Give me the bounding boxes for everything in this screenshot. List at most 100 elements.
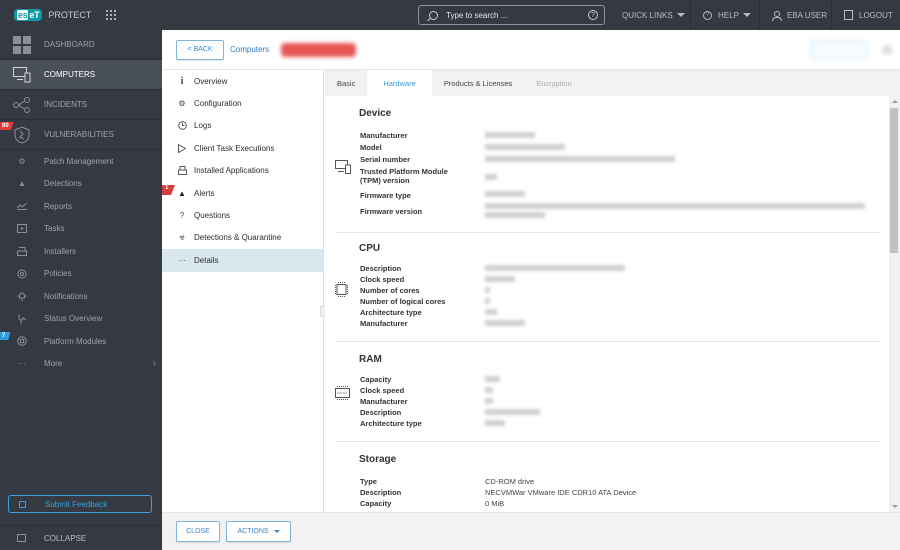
nav-item-logs[interactable]: Logs [162,115,323,137]
platform-modules-badge: 7 [0,332,11,340]
field-label: Clock speed [360,275,405,284]
sidebar-item-dashboard[interactable]: DASHBOARD [0,30,162,60]
logout-button[interactable]: LOGOUT [831,0,900,30]
field-value-redacted [485,398,493,404]
collapse-icon [17,534,26,542]
sidebar-item-label: DASHBOARD [44,40,95,49]
section-title: Storage [359,454,397,465]
sidebar-item-computers[interactable]: COMPUTERS [0,60,162,90]
detail-tabs: Basic Hardware Products & Licenses Encry… [325,70,900,96]
nav-item-alerts[interactable]: 1 ▲ Alerts [162,182,323,204]
sidebar-item-tasks[interactable]: Tasks [0,218,162,241]
status-overview-icon [17,313,27,324]
search-input[interactable] [446,10,576,20]
breadcrumb-current-redacted [281,42,357,57]
scrollbar-thumb[interactable] [890,108,898,253]
alert-icon: ▲ [178,188,186,198]
actions-button[interactable]: ACTIONS [226,521,291,542]
sidebar-item-label: Installers [44,246,77,256]
field-label: Description [360,264,402,273]
nav-item-client-task-executions[interactable]: Client Task Executions [162,137,323,159]
user-icon [772,10,782,21]
sidebar-item-label: INCIDENTS [44,100,88,109]
sidebar-item-status-overview[interactable]: Status Overview [0,308,162,331]
help-menu[interactable]: ? HELP [690,0,763,30]
field-value-redacted [485,156,675,162]
sidebar-item-label: VULNERABILITIES [44,130,114,139]
collapse-button[interactable]: COLLAPSE [0,525,162,550]
nav-item-overview[interactable]: i Overview [162,70,323,92]
nav-item-configuration[interactable]: ⚙ Configuration [162,92,323,114]
nav-item-label: Detections & Quarantine [194,233,282,243]
product-name: PROTECT [48,10,92,20]
section-divider [335,341,880,342]
sidebar-item-reports[interactable]: Reports [0,195,162,218]
close-button[interactable]: CLOSE [176,521,220,542]
field-value-redacted [485,387,493,393]
section-divider [335,232,880,233]
nav-item-label: Installed Applications [194,166,269,176]
nav-item-installed-applications[interactable]: Installed Applications [162,160,323,182]
field-label: Manufacturer [360,397,408,406]
field-label: Architecture type [360,308,422,317]
sidebar-item-incidents[interactable]: INCIDENTS [0,90,162,120]
header-help-icon[interactable] [882,45,892,55]
warning-icon: ▲ [18,179,26,189]
sidebar-item-label: More [44,359,63,369]
submit-feedback-label: Submit Feedback [45,499,108,509]
sidebar-item-detections[interactable]: ▲ Detections [0,173,162,196]
search-help-icon[interactable]: ? [588,10,598,20]
logout-icon [844,10,853,20]
sidebar-item-notifications[interactable]: Notifications [0,285,162,308]
ram-icon [335,386,350,402]
apps-grid-icon[interactable] [106,10,117,20]
section-title: RAM [359,354,382,365]
sidebar-item-label: COMPUTERS [44,70,96,79]
scroll-up-icon[interactable] [892,100,898,103]
sidebar-item-policies[interactable]: Policies [0,263,162,286]
sidebar-item-more[interactable]: ··· More › [0,353,162,376]
sidebar-item-patch-management[interactable]: ⚙ Patch Management [0,150,162,173]
quick-links-menu[interactable]: QUICK LINKS [610,0,697,30]
field-value-redacted [485,287,490,293]
nav-item-details[interactable]: ··· Details [162,249,323,272]
header-action-button-redacted[interactable] [810,40,868,60]
configuration-icon: ⚙ [178,99,186,109]
sidebar-item-platform-modules[interactable]: 7 Platform Modules [0,330,162,353]
eset-logo[interactable]: es eT PROTECT [14,9,91,21]
hardware-content: Device Manufacturer Model Serial number … [325,96,890,512]
breadcrumb-computers[interactable]: Computers [230,45,269,54]
footer-bar: CLOSE ACTIONS [162,512,900,550]
alerts-badge: 1 [162,184,175,195]
quarantine-icon: ☣ [178,233,186,243]
field-label: Number of logical cores [360,297,446,306]
field-value-redacted [485,174,497,180]
field-label: Architecture type [360,419,422,428]
sidebar-item-vulnerabilities[interactable]: 89 VULNERABILITIES [0,120,162,150]
sidebar-item-installers[interactable]: Installers [0,240,162,263]
nav-item-detections-quarantine[interactable]: ☣ Detections & Quarantine [162,227,323,249]
section-divider [335,441,880,442]
sidebar-item-label: Status Overview [44,314,103,324]
incidents-icon [12,95,32,115]
tab-hardware[interactable]: Hardware [367,70,432,96]
nav-item-label: Logs [194,121,212,131]
field-value-redacted [485,203,865,209]
user-menu[interactable]: EBA USER [759,0,839,30]
scroll-down-icon[interactable] [892,505,898,508]
field-label: Number of cores [360,286,420,295]
back-button[interactable]: < BACK [176,39,224,60]
content-scrollbar[interactable] [889,96,900,512]
nav-item-questions[interactable]: ? Questions [162,204,323,226]
tab-basic[interactable]: Basic [325,70,367,96]
more-icon: ··· [18,359,26,369]
field-label: Firmware version [360,207,423,216]
field-value-redacted [485,409,540,415]
eset-logo-badge: es eT [14,9,43,21]
tab-products-licenses[interactable]: Products & Licenses [432,70,524,96]
chevron-down-icon [273,530,280,533]
installers-icon [17,246,27,256]
vulnerabilities-icon [12,125,32,145]
actions-label: ACTIONS [237,528,269,535]
submit-feedback-button[interactable]: Submit Feedback [8,495,152,513]
